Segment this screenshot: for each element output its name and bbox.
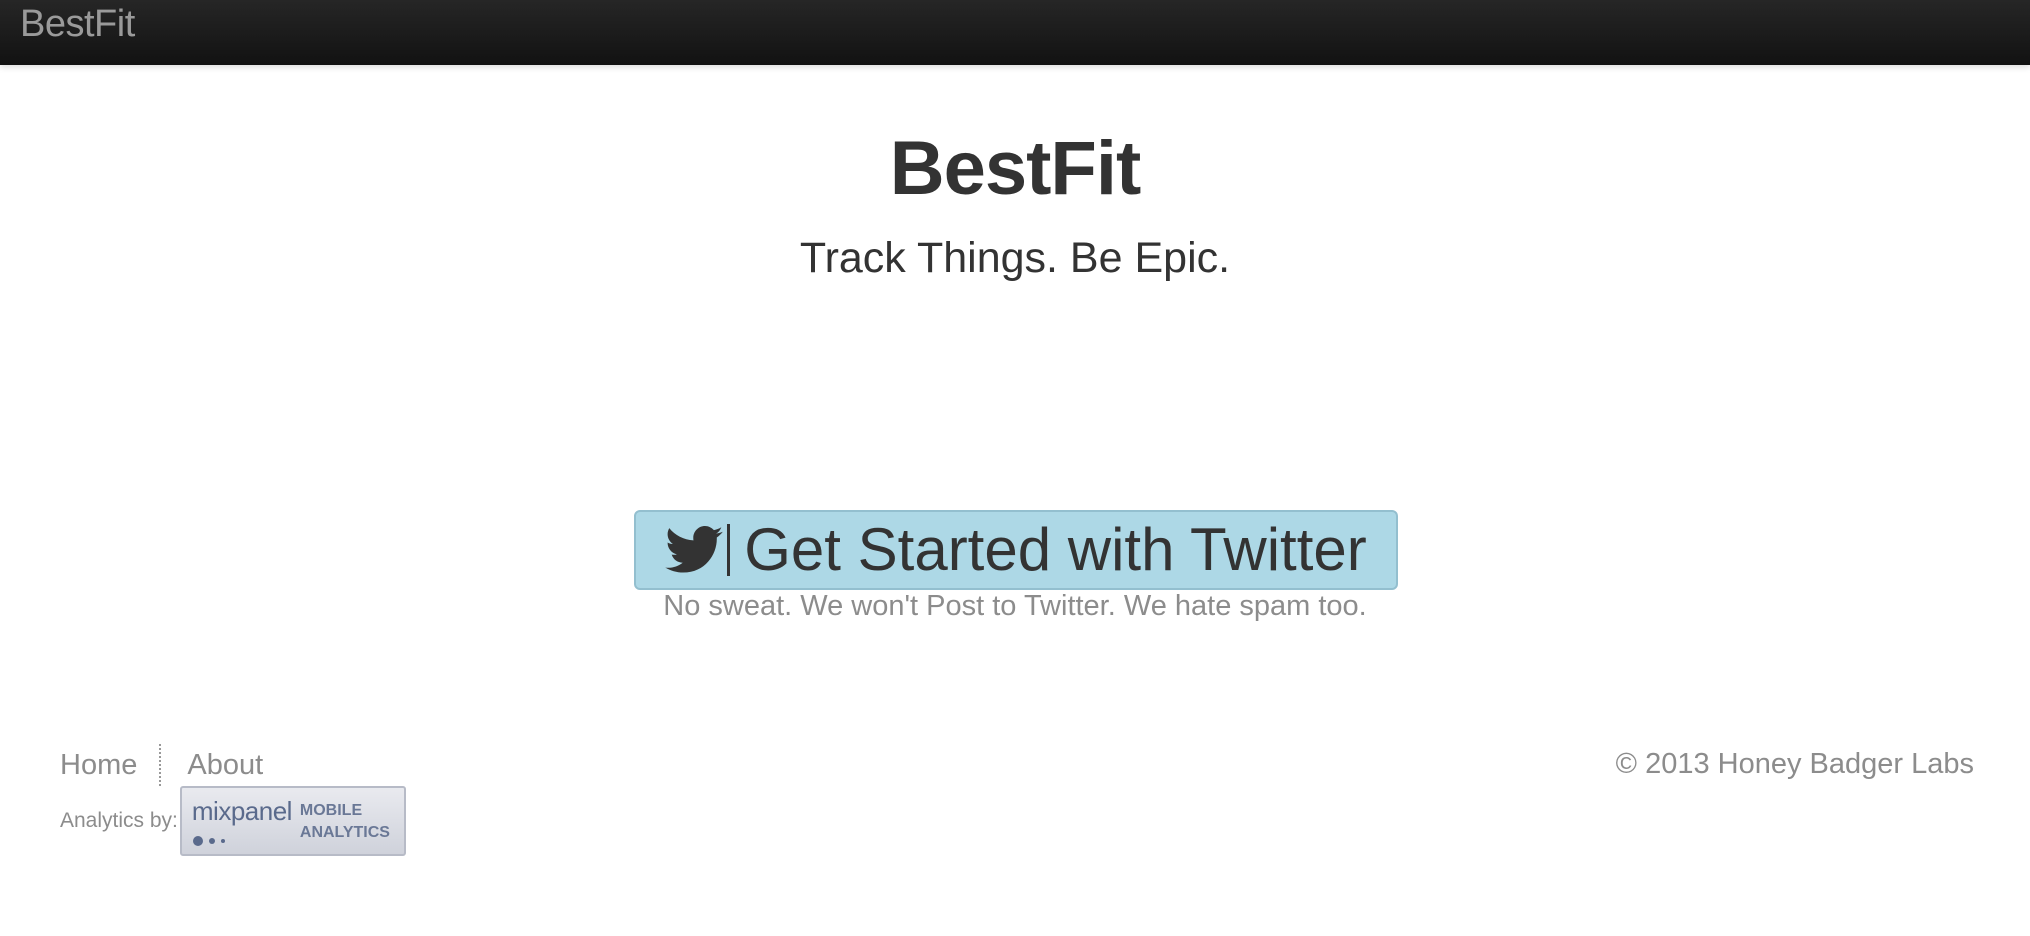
mixpanel-badge[interactable]: mixpanel MOBILE ANALYTICS: [179, 786, 406, 856]
badge-line-mobile: MOBILE: [299, 802, 363, 819]
analytics-attribution: Analytics by: mixpanel MOBILE ANALYTICS: [60, 786, 406, 856]
copyright: © 2013 Honey Badger Labs: [1615, 748, 1974, 780]
top-navbar: BestFit: [0, 0, 2030, 65]
footer-link-home[interactable]: Home: [60, 749, 137, 782]
badge-line-analytics: ANALYTICS: [299, 824, 390, 841]
twitter-bird-icon: [665, 526, 724, 573]
footer-link-about[interactable]: About: [187, 749, 263, 782]
nav-divider: [159, 744, 162, 786]
cta-label: Get Started with Twitter: [744, 516, 1367, 583]
cta-divider: [727, 524, 731, 576]
footer-nav: Home About: [60, 744, 263, 786]
page-title: BestFit: [889, 126, 1142, 211]
cta-disclaimer: No sweat. We won't Post to Twitter. We h…: [663, 590, 1367, 622]
analytics-label: Analytics by:: [60, 809, 178, 832]
navbar-brand[interactable]: BestFit: [20, 4, 135, 44]
get-started-twitter-button[interactable]: Get Started with Twitter: [634, 510, 1398, 590]
tagline: Track Things. Be Epic.: [799, 234, 1231, 282]
mixpanel-logo-text: mixpanel: [191, 796, 293, 826]
mixpanel-dots-icon: [192, 836, 225, 846]
